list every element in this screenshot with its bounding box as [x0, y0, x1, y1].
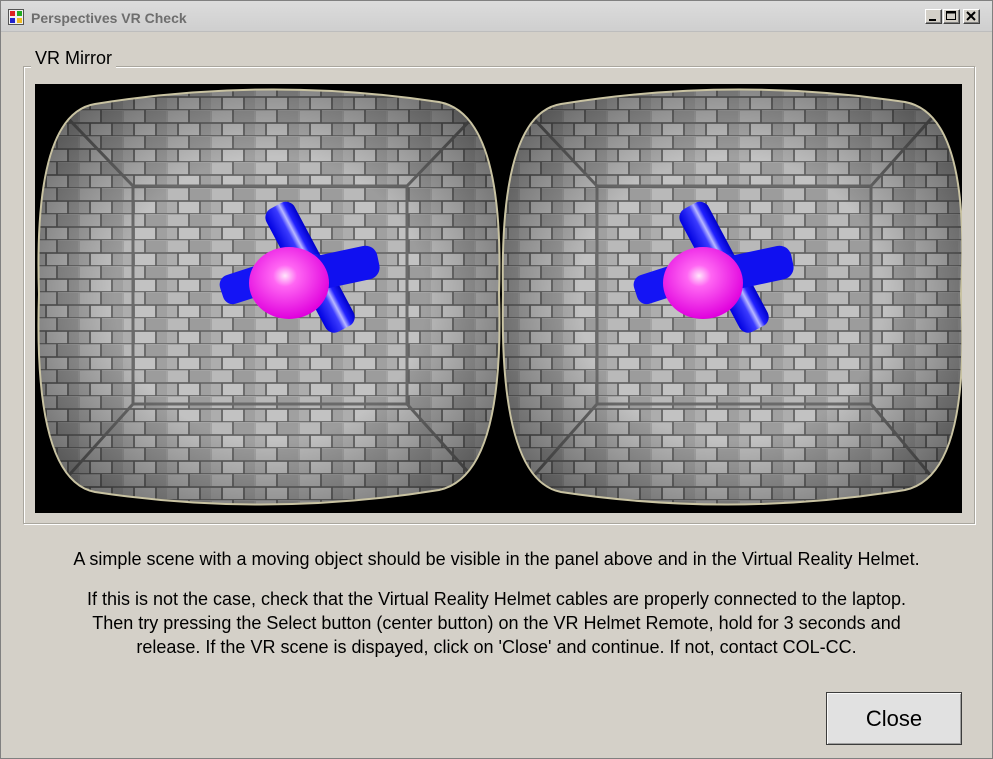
instruction-line-2: If this is not the case, check that the … — [86, 589, 907, 609]
maximize-icon — [946, 11, 956, 20]
dialog-window: Perspectives VR Check VR Mirror A simple… — [0, 0, 993, 759]
instructions-text: A simple scene with a moving object shou… — [21, 547, 972, 659]
close-button[interactable]: Close — [826, 692, 962, 745]
vr-mirror-label: VR Mirror — [31, 48, 116, 69]
close-window-button[interactable] — [963, 9, 980, 24]
minimize-button[interactable] — [925, 9, 942, 24]
close-icon — [966, 11, 976, 21]
left-eye-view — [37, 88, 501, 506]
app-icon — [8, 9, 24, 25]
right-eye-view — [501, 88, 962, 506]
instruction-line-3: Then try pressing the Select button (cen… — [92, 613, 901, 633]
instruction-line-1: A simple scene with a moving object shou… — [73, 549, 920, 569]
maximize-button[interactable] — [943, 9, 960, 24]
minimize-icon — [929, 19, 936, 21]
instruction-line-4: release. If the VR scene is dispayed, cl… — [136, 637, 857, 657]
vr-mirror-viewport — [35, 84, 962, 513]
title-bar[interactable]: Perspectives VR Check — [1, 1, 992, 32]
window-title: Perspectives VR Check — [31, 10, 187, 26]
